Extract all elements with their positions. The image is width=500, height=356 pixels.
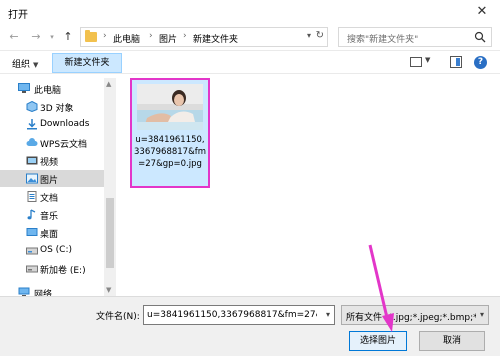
breadcrumb-separator-icon[interactable]: › [149,31,153,41]
preview-pane-icon[interactable] [450,56,462,68]
sidebar-item-label: OS (C:) [40,245,72,255]
sidebar-item-label: 桌面 [40,230,59,240]
sidebar-item-label: 3D 对象 [40,104,74,114]
sidebar-item-os-c[interactable]: OS (C:) [0,242,104,259]
cancel-button[interactable]: 取消 [419,331,485,351]
dialog-footer: 文件名(N): u=3841961150,3367968817&fm=27&gp… [0,296,500,356]
sidebar-item-downloads[interactable]: Downloads [0,116,104,133]
search-input[interactable]: 搜索"新建文件夹" [338,27,492,47]
sidebar-item-3d-objects[interactable]: 3D 对象 [0,98,104,115]
file-type-value: 所有文件 (*.jpg;*.jpeg;*.bmp;*. [346,313,476,323]
computer-icon [18,83,30,93]
chevron-down-icon: ▼ [33,61,39,69]
folder-icon [85,30,97,42]
forward-arrow-icon[interactable]: → [28,29,44,45]
close-button[interactable]: ✕ [464,0,500,24]
sidebar-item-music[interactable]: 音乐 [0,206,104,223]
view-options-icon[interactable] [410,57,422,67]
document-icon [27,191,37,202]
sidebar-item-videos[interactable]: 视频 [0,152,104,169]
drive-icon [26,265,38,273]
sidebar-item-label: 图片 [40,176,59,186]
organize-label: 组织 [12,60,31,70]
sidebar-item-label: Downloads [40,119,90,129]
download-icon [27,119,37,130]
sidebar-item-label: 视频 [40,158,59,168]
sidebar-item-documents[interactable]: 文档 [0,188,104,205]
navigation-bar: ← → ▾ ↑ › 此电脑 › 图片 › 新建文件夹 ▾ ↻ 搜索"新建文件夹" [0,24,500,50]
chevron-down-icon[interactable]: ▾ [326,310,330,319]
chevron-down-icon[interactable]: ▾ [480,310,484,319]
file-item[interactable]: u=3841961150,3367968817&fm=27&gp=0.jpg [130,78,210,188]
search-icon [474,31,486,43]
cube-3d-icon [26,101,38,112]
command-toolbar: 组织 ▼ 新建文件夹 ▼ ? [0,50,500,74]
sidebar-item-new-volume-e[interactable]: 新加卷 (E:) [0,260,104,277]
file-name-input[interactable]: u=3841961150,3367968817&fm=27&gp ▾ [143,305,335,325]
up-arrow-icon[interactable]: ↑ [60,29,76,45]
title-bar: 打开 ✕ [0,0,500,24]
file-type-select[interactable]: 所有文件 (*.jpg;*.jpeg;*.bmp;*. ▾ [341,305,489,325]
video-icon [26,156,38,165]
sidebar-item-label: 此电脑 [34,86,62,96]
breadcrumb-separator-icon[interactable]: › [183,31,187,41]
file-list: u=3841961150,3367968817&fm=27&gp=0.jpg [118,74,500,296]
breadcrumb-pictures[interactable]: 图片 [159,32,177,45]
sidebar-item-network[interactable]: 网络 [0,284,104,296]
address-dropdown-icon[interactable]: ▾ [307,31,311,40]
back-arrow-icon[interactable]: ← [6,29,22,45]
desktop-icon [26,228,38,236]
scroll-down-icon[interactable]: ▼ [106,286,111,294]
address-bar[interactable]: › 此电脑 › 图片 › 新建文件夹 ▾ ↻ [80,27,328,47]
new-folder-button[interactable]: 新建文件夹 [52,53,122,73]
sidebar-item-label: 新加卷 (E:) [40,266,86,276]
file-name-label: u=3841961150,3367968817&fm=27&gp=0.jpg [134,135,206,169]
sidebar-item-label: 文档 [40,194,59,204]
navigation-scrollbar[interactable]: ▲ ▼ [104,78,116,296]
window-title: 打开 [8,10,28,21]
music-icon [27,209,36,220]
file-name-label: 文件名(N): [96,312,140,322]
cloud-icon [26,138,38,146]
breadcrumb-separator-icon[interactable]: › [103,31,107,41]
sidebar-item-wps-cloud[interactable]: WPS云文档 [0,134,104,151]
scroll-up-icon[interactable]: ▲ [106,80,111,88]
picture-icon [26,173,38,184]
image-thumbnail [137,84,203,130]
sidebar-item-this-pc[interactable]: 此电脑 [0,80,104,97]
navigation-pane: 此电脑 3D 对象 Downloads WPS云文档 视频 图片 文档 音乐 桌… [0,78,104,296]
help-icon[interactable]: ? [474,56,487,69]
recent-locations-chevron-icon[interactable]: ▾ [44,29,60,45]
breadcrumb-new-folder[interactable]: 新建文件夹 [193,32,238,45]
search-placeholder: 搜索"新建文件夹" [347,35,419,45]
sidebar-item-pictures[interactable]: 图片 [0,170,104,187]
sidebar-item-label: WPS云文档 [40,140,88,150]
sidebar-item-label: 音乐 [40,212,59,222]
sidebar-item-desktop[interactable]: 桌面 [0,224,104,241]
select-picture-button[interactable]: 选择图片 [349,331,407,351]
sidebar-item-label: 网络 [34,290,53,296]
refresh-icon[interactable]: ↻ [316,30,324,41]
scrollbar-thumb[interactable] [106,198,114,268]
drive-icon [26,247,38,255]
file-name-value: u=3841961150,3367968817&fm=27&gp [147,310,317,320]
organize-menu[interactable]: 组织 ▼ [12,57,38,70]
chevron-down-icon[interactable]: ▼ [425,56,430,64]
network-icon [18,287,30,296]
breadcrumb-this-pc[interactable]: 此电脑 [113,32,140,45]
